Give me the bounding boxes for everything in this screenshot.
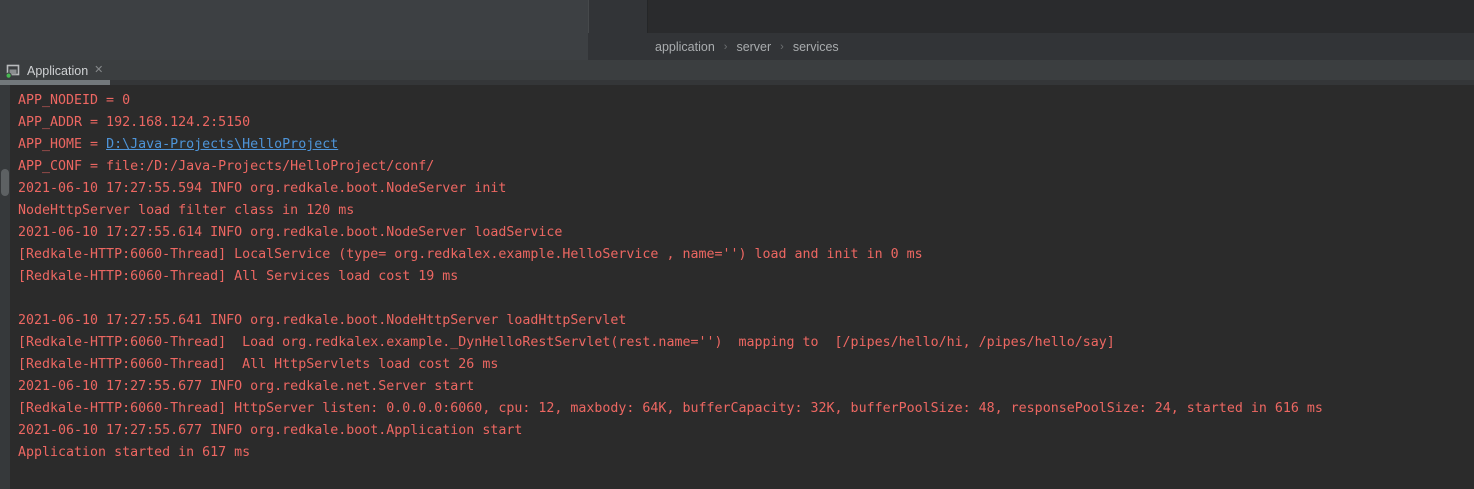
console-scrollbar-thumb[interactable] xyxy=(1,169,9,196)
tab-application-label: Application xyxy=(27,64,88,78)
editor-pane-left xyxy=(0,0,588,60)
log-line: [Redkale-HTTP:6060-Thread] Load org.redk… xyxy=(18,332,1474,354)
breadcrumb-separator-icon: › xyxy=(724,41,728,53)
log-line: NodeHttpServer load filter class in 120 … xyxy=(18,200,1474,222)
run-console-icon xyxy=(5,63,21,79)
tab-application[interactable]: Application ✕ xyxy=(0,60,111,81)
editor-pane-divider xyxy=(588,0,648,33)
log-line: 2021-06-10 17:27:55.594 INFO org.redkale… xyxy=(18,178,1474,200)
log-line: APP_ADDR = 192.168.124.2:5150 xyxy=(18,112,1474,134)
breadcrumb: application › server › services xyxy=(655,40,839,54)
log-line: [Redkale-HTTP:6060-Thread] All HttpServl… xyxy=(18,354,1474,376)
breadcrumb-item-server[interactable]: server xyxy=(736,40,771,54)
breadcrumb-item-services[interactable]: services xyxy=(793,40,839,54)
log-line: APP_CONF = file:/D:/Java-Projects/HelloP… xyxy=(18,156,1474,178)
console-log: APP_NODEID = 0APP_ADDR = 192.168.124.2:5… xyxy=(18,90,1474,464)
breadcrumb-separator-icon: › xyxy=(780,41,784,53)
console-panel: APP_NODEID = 0APP_ADDR = 192.168.124.2:5… xyxy=(0,85,1474,489)
run-toolwindow-tab-bar: Application ✕ xyxy=(0,60,1474,85)
console-scrollbar-track xyxy=(0,85,10,489)
log-line: 2021-06-10 17:27:55.641 INFO org.redkale… xyxy=(18,310,1474,332)
log-line: 2021-06-10 17:27:55.677 INFO org.redkale… xyxy=(18,420,1474,442)
log-line: [Redkale-HTTP:6060-Thread] LocalService … xyxy=(18,244,1474,266)
log-line xyxy=(18,288,1474,310)
log-line: APP_NODEID = 0 xyxy=(18,90,1474,112)
ide-screen: application › server › services Application … xyxy=(0,0,1474,489)
file-path-link[interactable]: D:\Java-Projects\HelloProject xyxy=(106,137,338,152)
log-text: APP_HOME = xyxy=(18,137,106,152)
breadcrumb-bar: application › server › services xyxy=(588,33,1474,60)
editor-area: application › server › services xyxy=(0,0,1474,60)
log-line: 2021-06-10 17:27:55.614 INFO org.redkale… xyxy=(18,222,1474,244)
log-line: APP_HOME = D:\Java-Projects\HelloProject xyxy=(18,134,1474,156)
breadcrumb-item-application[interactable]: application xyxy=(655,40,715,54)
log-line: Application started in 617 ms xyxy=(18,442,1474,464)
log-line: 2021-06-10 17:27:55.677 INFO org.redkale… xyxy=(18,376,1474,398)
editor-pane-right xyxy=(649,0,1474,33)
log-line: [Redkale-HTTP:6060-Thread] All Services … xyxy=(18,266,1474,288)
log-line: [Redkale-HTTP:6060-Thread] HttpServer li… xyxy=(18,398,1474,420)
close-icon[interactable]: ✕ xyxy=(94,65,103,76)
